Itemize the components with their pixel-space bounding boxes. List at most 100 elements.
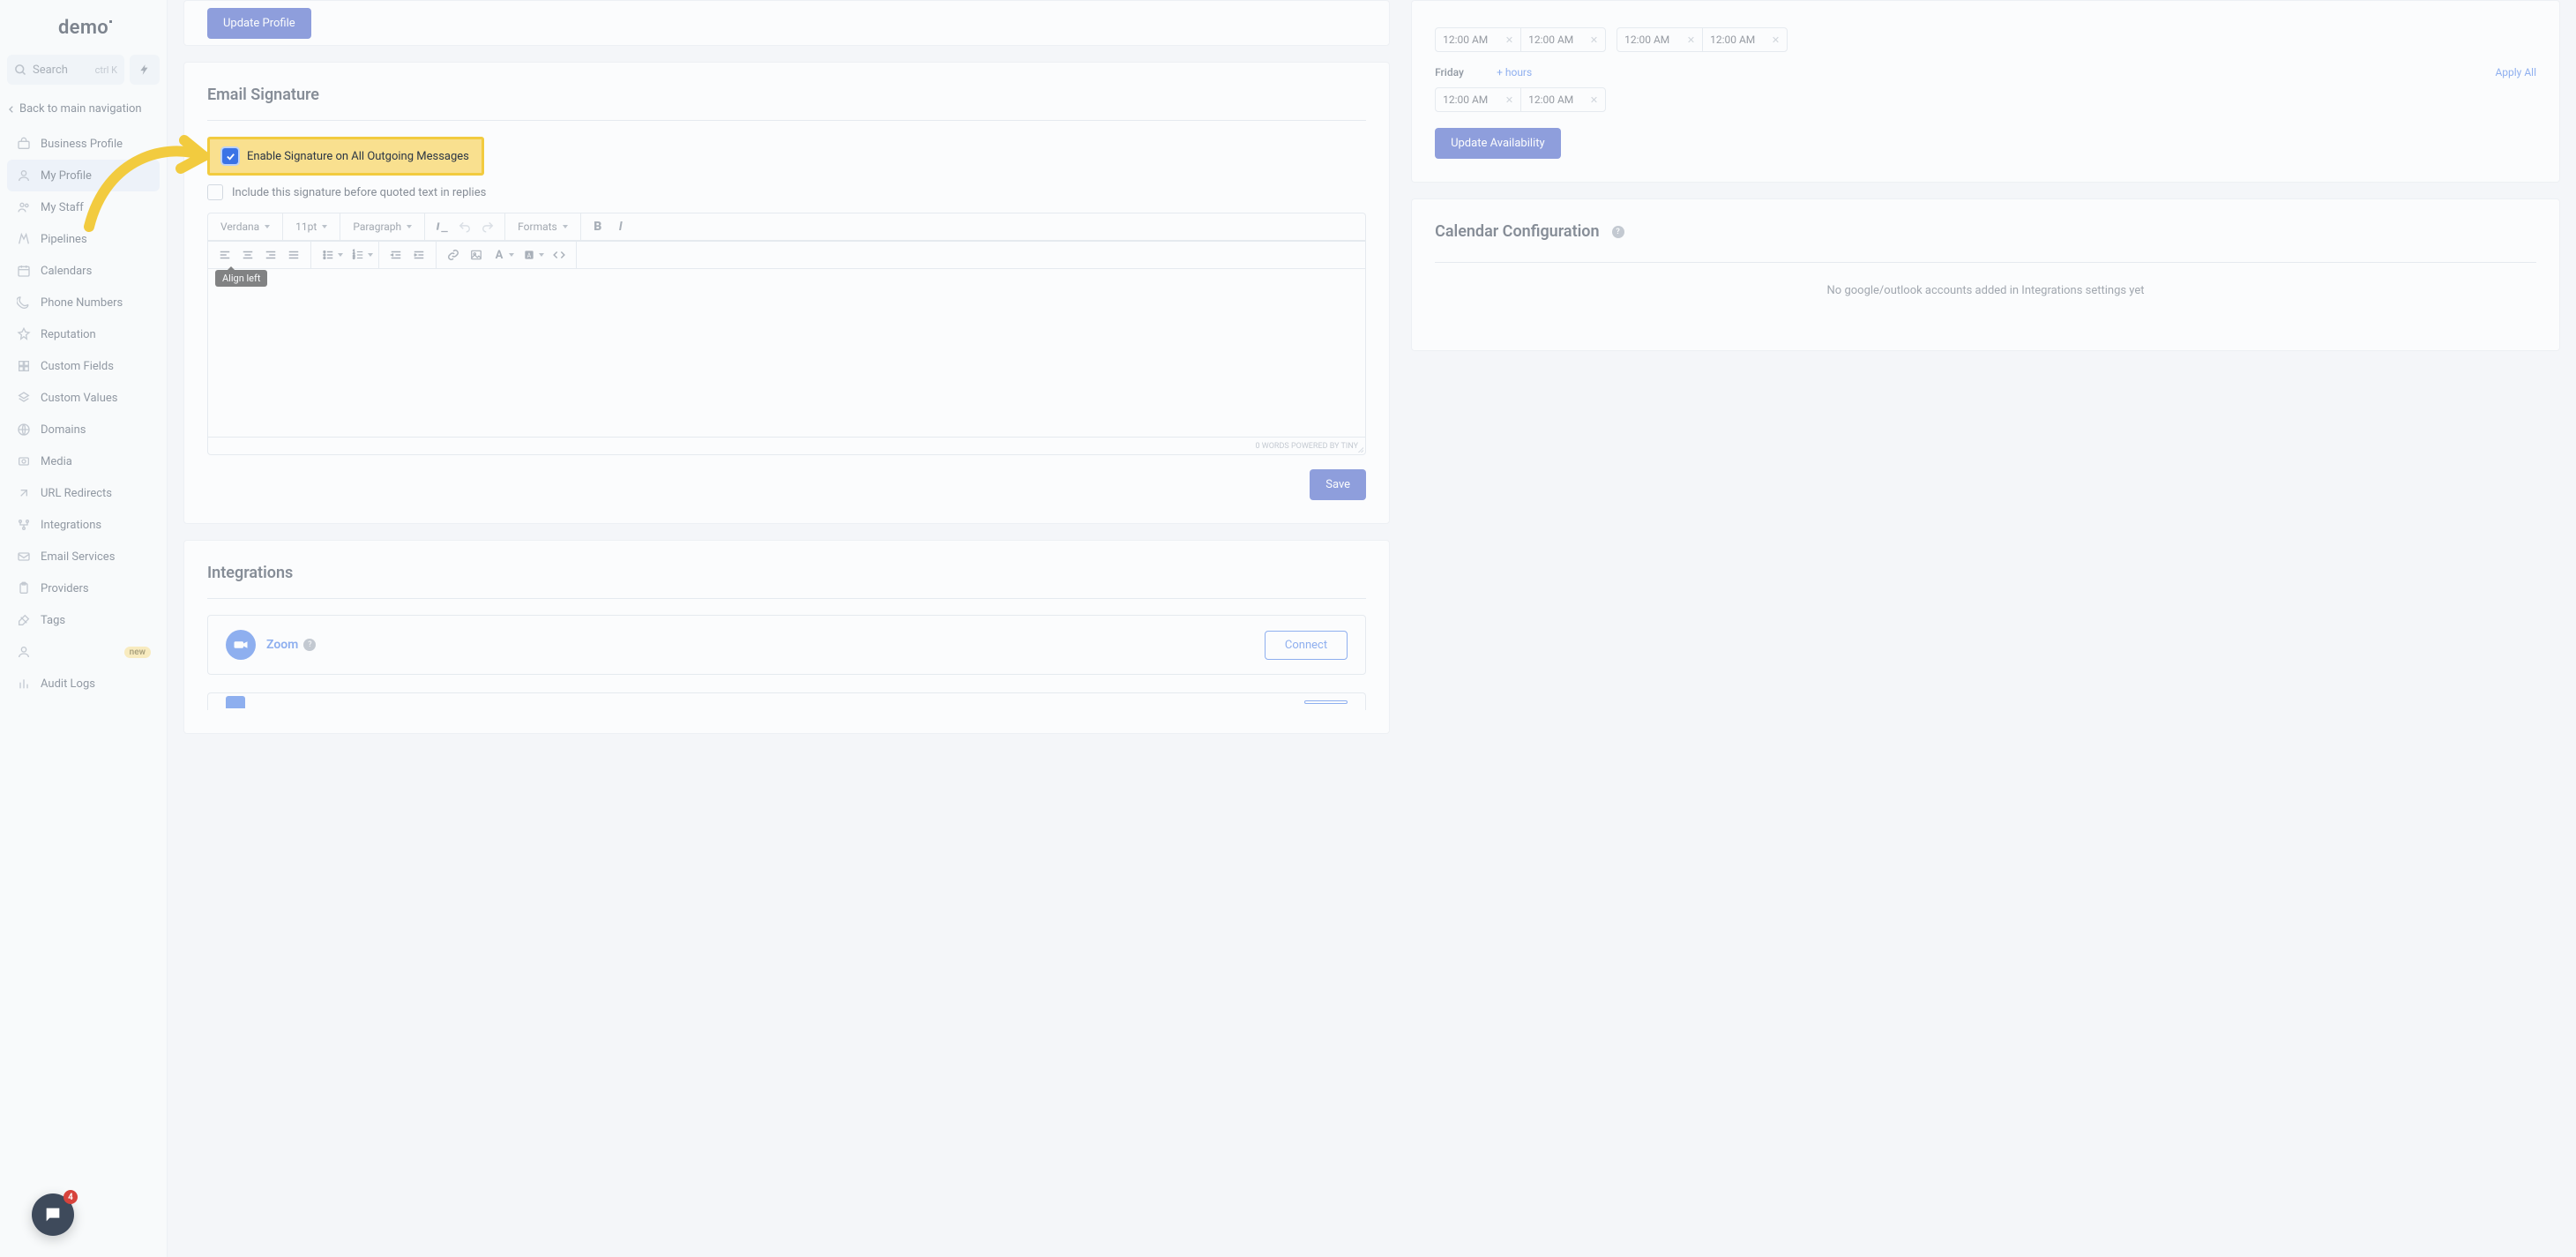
end-time-2[interactable]: 12:00 AM✕ xyxy=(1702,28,1787,51)
resize-grip[interactable] xyxy=(1356,445,1363,453)
nav-icon xyxy=(16,676,32,692)
align-left-button[interactable] xyxy=(213,243,236,266)
nav-icon xyxy=(16,263,32,279)
clear-icon[interactable]: ✕ xyxy=(1766,34,1780,46)
integrations-card: Integrations Zoom ? Connect xyxy=(183,540,1390,734)
nav-item-custom-fields[interactable]: Custom Fields xyxy=(7,350,160,382)
search-icon xyxy=(14,64,27,77)
chat-badge: 4 xyxy=(63,1190,78,1204)
nav-item-reputation[interactable]: Reputation xyxy=(7,318,160,350)
align-justify-button[interactable] xyxy=(282,243,305,266)
clear-icon[interactable]: ✕ xyxy=(1585,34,1598,46)
add-hours-link[interactable]: + hours xyxy=(1497,66,1532,79)
start-time-1[interactable]: 12:00 AM✕ xyxy=(1436,28,1520,51)
nav-label: Business Profile xyxy=(41,138,123,151)
nav-item-integrations[interactable]: Integrations xyxy=(7,509,160,541)
nav-label: My Staff xyxy=(41,201,84,214)
font-family-select[interactable]: Verdana xyxy=(213,221,277,233)
logo-row: demo xyxy=(0,0,167,55)
check-icon xyxy=(226,152,235,161)
formats-select[interactable]: Formats xyxy=(511,221,575,233)
day-friday-label: Friday xyxy=(1435,66,1497,79)
nav-icon xyxy=(16,199,32,215)
align-center-button[interactable] xyxy=(236,243,259,266)
quick-actions-button[interactable] xyxy=(130,55,160,85)
end-time-1[interactable]: 12:00 AM✕ xyxy=(1520,28,1605,51)
nav-icon xyxy=(16,580,32,596)
nav-item-calendars[interactable]: Calendars xyxy=(7,255,160,287)
clear-icon[interactable]: ✕ xyxy=(1585,94,1598,106)
nav-item-pipelines[interactable]: Pipelines xyxy=(7,223,160,255)
nav-item-tags[interactable]: Tags xyxy=(7,604,160,636)
include-before-quoted-checkbox[interactable] xyxy=(207,184,223,200)
nav-item-my-profile[interactable]: My Profile xyxy=(7,160,160,191)
code-button[interactable] xyxy=(548,243,571,266)
numbered-list-button[interactable]: 123 xyxy=(347,243,370,266)
nav-badge: new xyxy=(124,647,151,658)
nav-item-custom-values[interactable]: Custom Values xyxy=(7,382,160,414)
nav-icon xyxy=(16,644,32,660)
svg-text:3: 3 xyxy=(353,256,355,260)
main-content: Update Profile Email Signature Enable Si… xyxy=(168,0,2576,755)
update-profile-button[interactable]: Update Profile xyxy=(207,8,311,39)
apply-all-link[interactable]: Apply All xyxy=(2495,66,2536,79)
italic-button[interactable]: I xyxy=(609,215,632,238)
nav-item-business-profile[interactable]: Business Profile xyxy=(7,128,160,160)
tooltip-align-left: Align left xyxy=(215,270,267,287)
friday-end[interactable]: 12:00 AM✕ xyxy=(1520,88,1605,111)
nav-item-media[interactable]: Media xyxy=(7,445,160,477)
nav-label: Audit Logs xyxy=(41,677,95,691)
bold-button[interactable]: B xyxy=(586,215,609,238)
nav-label: Providers xyxy=(41,582,89,595)
nav-item-audit-logs[interactable]: Audit Logs xyxy=(7,668,160,700)
zoom-logo xyxy=(226,630,256,660)
start-time-2[interactable]: 12:00 AM✕ xyxy=(1617,28,1702,51)
block-format-select[interactable]: Paragraph xyxy=(346,221,419,233)
clear-icon[interactable]: ✕ xyxy=(1682,34,1695,46)
include-before-quoted-label: Include this signature before quoted tex… xyxy=(232,186,486,199)
nav-item-phone-numbers[interactable]: Phone Numbers xyxy=(7,287,160,318)
nav-item-my-staff[interactable]: My Staff xyxy=(7,191,160,223)
image-button[interactable] xyxy=(465,243,488,266)
friday-start[interactable]: 12:00 AM✕ xyxy=(1436,88,1520,111)
nav-icon xyxy=(16,453,32,469)
text-color-button[interactable]: A xyxy=(488,243,511,266)
friday-range: 12:00 AM✕ 12:00 AM✕ xyxy=(1435,87,1606,112)
nav-item-email-services[interactable]: Email Services xyxy=(7,541,160,572)
font-size-select[interactable]: 11pt xyxy=(288,221,334,233)
nav-item-unnamed[interactable]: new xyxy=(7,636,160,668)
connect-zoom-button[interactable]: Connect xyxy=(1265,631,1348,660)
clear-formatting-button[interactable]: I xyxy=(430,215,453,238)
nav-label: Custom Fields xyxy=(41,360,114,373)
chat-widget[interactable]: 4 xyxy=(32,1193,74,1236)
calendar-config-card: Calendar Configuration ? No google/outlo… xyxy=(1411,198,2560,351)
help-icon[interactable]: ? xyxy=(1612,226,1624,238)
help-icon[interactable]: ? xyxy=(303,639,316,651)
bg-color-button[interactable]: A xyxy=(518,243,541,266)
link-button[interactable] xyxy=(442,243,465,266)
undo-button[interactable] xyxy=(453,215,476,238)
nav-label: Phone Numbers xyxy=(41,296,123,310)
integration-zoom: Zoom ? Connect xyxy=(207,615,1366,675)
indent-button[interactable] xyxy=(407,243,430,266)
outdent-button[interactable] xyxy=(385,243,407,266)
align-right-button[interactable] xyxy=(259,243,282,266)
enable-signature-checkbox[interactable] xyxy=(222,148,238,164)
chevron-left-icon xyxy=(7,105,16,114)
connect-button-2[interactable] xyxy=(1304,700,1348,704)
update-availability-button[interactable]: Update Availability xyxy=(1435,128,1561,159)
nav-label: Reputation xyxy=(41,328,96,341)
nav-item-providers[interactable]: Providers xyxy=(7,572,160,604)
save-signature-button[interactable]: Save xyxy=(1310,469,1366,500)
redo-button[interactable] xyxy=(476,215,499,238)
svg-text:I: I xyxy=(437,222,439,232)
clear-icon[interactable]: ✕ xyxy=(1500,94,1513,106)
back-to-main-nav[interactable]: Back to main navigation xyxy=(0,94,167,124)
editor-body[interactable] xyxy=(208,269,1365,437)
nav-icon xyxy=(16,485,32,501)
bullet-list-button[interactable] xyxy=(317,243,340,266)
nav-item-domains[interactable]: Domains xyxy=(7,414,160,445)
clear-icon[interactable]: ✕ xyxy=(1500,34,1513,46)
global-search[interactable]: Search ctrl K xyxy=(7,55,124,85)
nav-item-url-redirects[interactable]: URL Redirects xyxy=(7,477,160,509)
